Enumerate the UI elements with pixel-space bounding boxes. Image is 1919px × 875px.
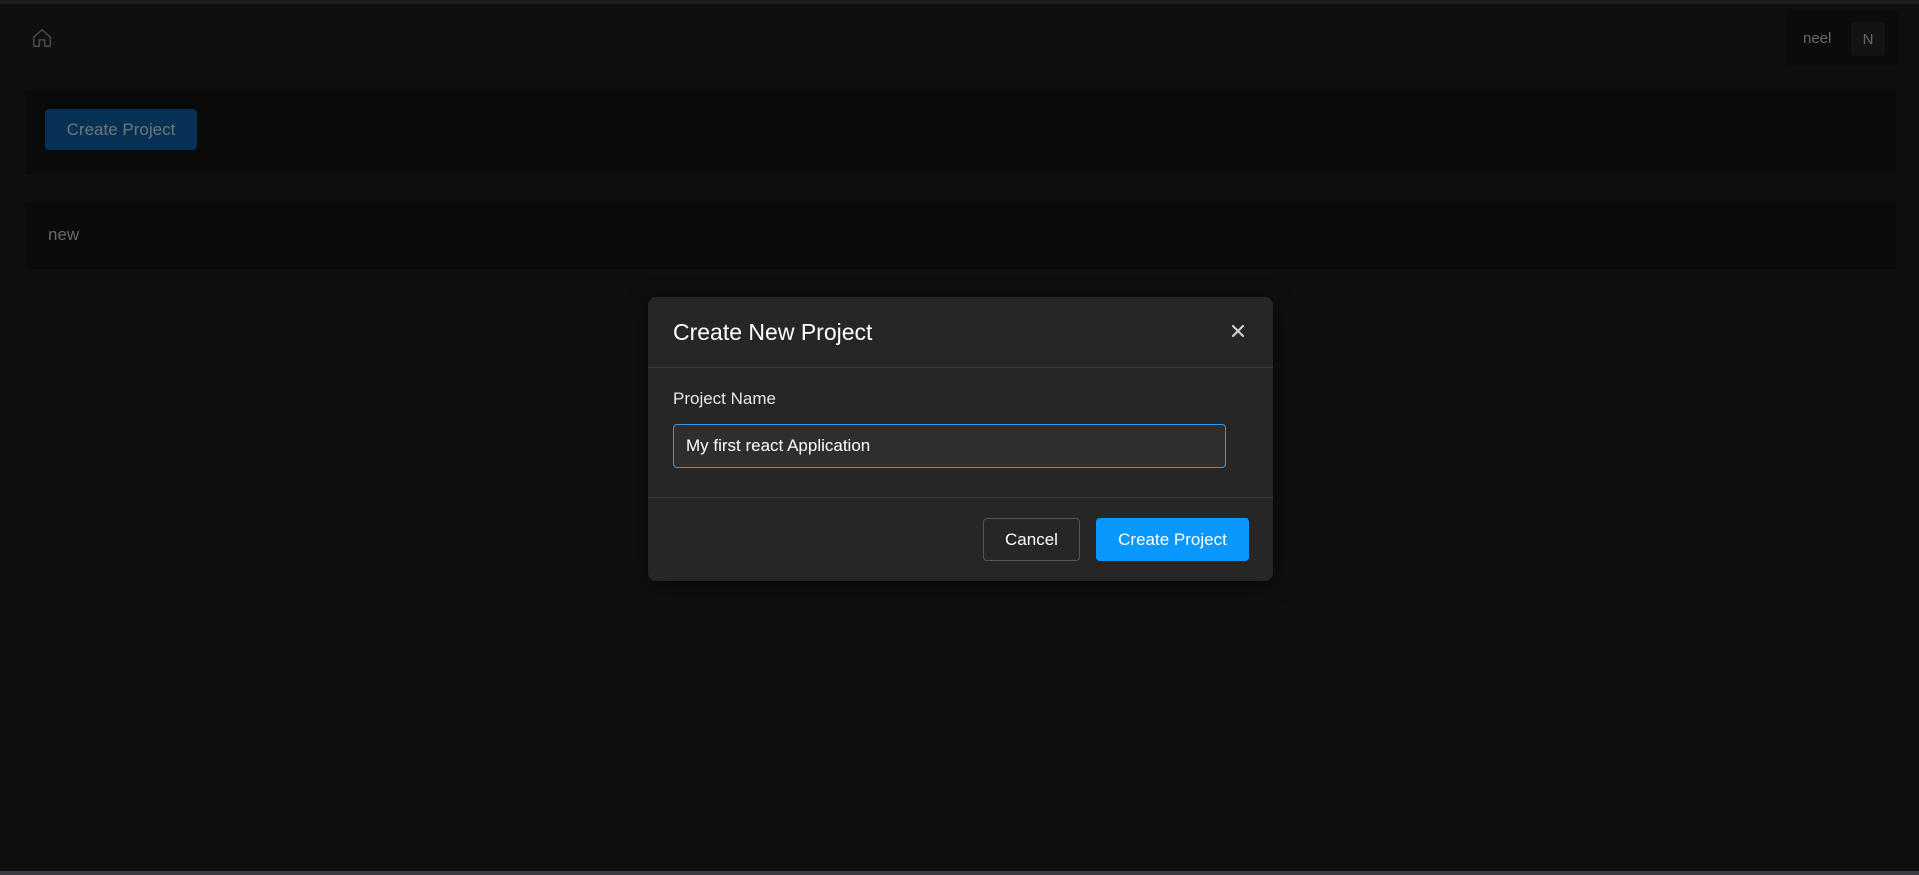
window-bottom-border — [0, 871, 1919, 875]
create-project-dialog: Create New Project Project Name Cancel C… — [648, 297, 1273, 581]
submit-create-project-button[interactable]: Create Project — [1096, 518, 1249, 561]
project-name-input[interactable] — [673, 424, 1226, 468]
close-button[interactable] — [1226, 319, 1250, 343]
dialog-footer: Cancel Create Project — [648, 497, 1273, 582]
cancel-button[interactable]: Cancel — [983, 518, 1080, 561]
close-icon — [1231, 324, 1245, 338]
dialog-title: Create New Project — [673, 319, 873, 345]
project-name-label: Project Name — [673, 389, 776, 408]
dialog-header: Create New Project — [648, 297, 1273, 368]
